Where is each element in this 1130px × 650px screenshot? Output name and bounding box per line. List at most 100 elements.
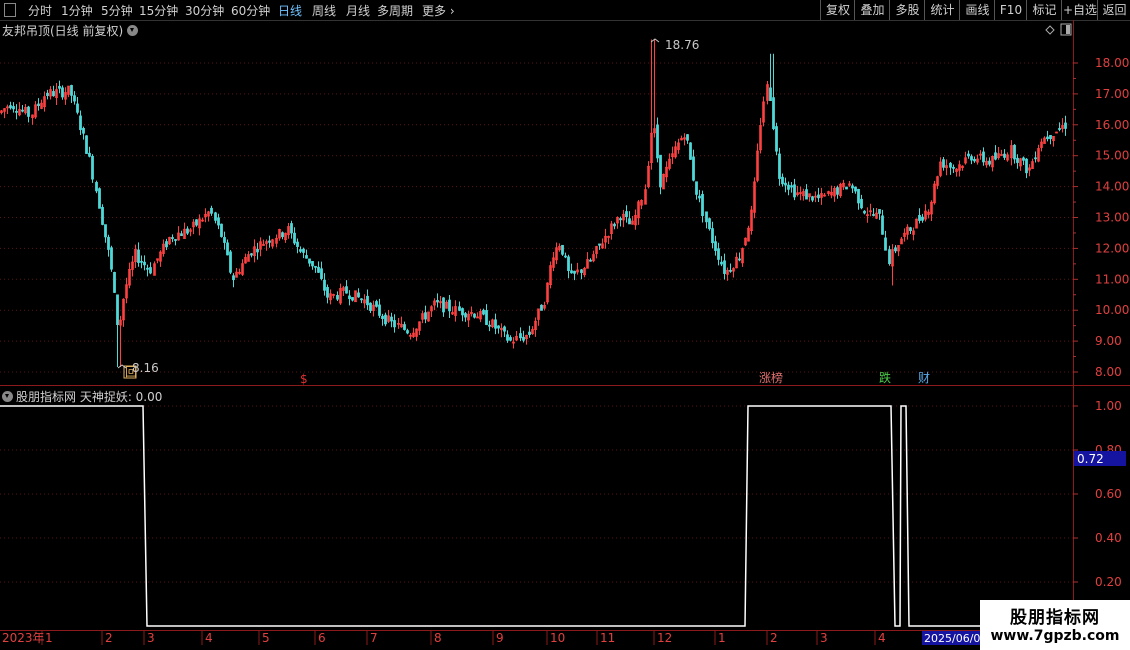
candle-body	[884, 237, 887, 251]
panel-toggle-icon[interactable]	[1060, 23, 1072, 36]
low-label: 8.16	[132, 361, 159, 375]
candle-body	[949, 162, 952, 168]
candle-body	[403, 324, 406, 330]
candle-body	[293, 232, 296, 244]
candle-body	[314, 265, 317, 268]
candle-body	[1058, 128, 1061, 130]
indicator-tick-label: 0.20	[1095, 575, 1122, 589]
candle-body	[458, 306, 461, 311]
candle-body	[107, 236, 110, 250]
candle-body	[357, 292, 360, 298]
indicator-line	[0, 405, 1073, 627]
event-marker-4[interactable]: 财	[918, 371, 930, 385]
current-value-badge: 0.72	[1074, 451, 1126, 466]
candle-body	[942, 159, 945, 168]
candle-body	[625, 211, 628, 218]
candle-body	[137, 249, 140, 263]
candle-body	[714, 241, 717, 251]
candle-body	[369, 302, 372, 311]
indicator-grid	[0, 405, 1073, 583]
candle-body	[95, 182, 98, 192]
price-tick-label: 10.00	[1095, 303, 1129, 317]
candle-body	[778, 153, 781, 179]
candle-body	[326, 287, 329, 298]
candle-body	[482, 309, 485, 315]
watermark: 股朋指标网 www.7gpzb.com	[980, 600, 1130, 650]
candle-body	[82, 128, 85, 134]
candle-body	[351, 297, 354, 301]
candle-body	[952, 166, 955, 169]
high-label: 18.76	[665, 38, 699, 52]
candle-body	[58, 85, 61, 89]
month-label: 11	[600, 631, 615, 645]
candle-body	[872, 214, 875, 216]
candle-body	[790, 185, 793, 188]
candle-body	[811, 196, 814, 201]
candle-body	[174, 239, 177, 241]
candle-body	[982, 151, 985, 163]
candle-body	[729, 269, 732, 272]
candle-body	[836, 187, 839, 195]
candle-body	[384, 314, 387, 325]
chart-canvas[interactable]: 18.0017.0016.0015.0014.0013.0012.0011.00…	[0, 0, 1130, 650]
event-marker-3[interactable]: 跌	[879, 370, 891, 385]
month-label: 8	[434, 631, 442, 645]
candle-body	[708, 218, 711, 230]
price-tick-label: 12.00	[1095, 241, 1129, 255]
candle-body	[223, 237, 226, 243]
candle-body	[226, 242, 229, 256]
candle-body	[308, 258, 311, 264]
candle-body	[573, 270, 576, 274]
candle-body	[378, 304, 381, 316]
candle-body	[860, 198, 863, 209]
candle-body	[1003, 153, 1006, 158]
candle-body	[506, 334, 509, 341]
candle-body	[76, 103, 79, 113]
candle-body	[113, 272, 116, 293]
candle-body	[988, 160, 991, 165]
candle-body	[488, 324, 491, 327]
candle-body	[973, 159, 976, 162]
candle-body	[519, 333, 522, 339]
candle-body	[497, 325, 500, 329]
price-axis-labels: 18.00 17.00 16.00 15.00 14.00 13.00 12.00 11.00…	[1073, 56, 1129, 379]
event-marker-2[interactable]: 涨榜	[759, 370, 783, 385]
candle-body	[110, 247, 113, 270]
candle-body	[73, 95, 76, 102]
candle-body	[79, 115, 82, 131]
candle-body	[9, 105, 12, 109]
candle-body	[485, 310, 488, 325]
candle-body	[656, 124, 659, 159]
event-marker-1[interactable]: $	[300, 372, 308, 386]
candle-body	[70, 85, 73, 96]
candle-body	[220, 223, 223, 237]
candle-body	[229, 251, 232, 273]
candle-body	[695, 181, 698, 195]
candle-body	[878, 209, 881, 214]
candle-body	[1025, 158, 1028, 174]
diamond-icon[interactable]	[1045, 25, 1055, 35]
candle-body	[140, 260, 143, 263]
candle-body	[232, 275, 235, 281]
candle-body	[564, 255, 567, 258]
candle-body	[570, 270, 573, 274]
price-tick-label: 8.00	[1095, 365, 1122, 379]
price-tick-label: 13.00	[1095, 211, 1129, 225]
candle-body	[769, 87, 772, 101]
candle-body	[1049, 135, 1052, 140]
indicator-tick-label: 1.00	[1095, 399, 1122, 413]
candle-body	[464, 313, 467, 318]
candle-body	[659, 154, 662, 188]
candle-body	[305, 255, 308, 259]
candle-body	[689, 142, 692, 160]
candle-body	[720, 261, 723, 265]
month-label: 12	[657, 631, 672, 645]
candle-body	[494, 319, 497, 329]
candlestick-series	[0, 39, 1067, 368]
candle-body	[88, 152, 91, 157]
candle-body	[692, 156, 695, 181]
candle-body	[1034, 157, 1037, 160]
candle-body	[522, 336, 525, 341]
indicator-series	[0, 405, 1073, 627]
candle-body	[509, 337, 512, 341]
